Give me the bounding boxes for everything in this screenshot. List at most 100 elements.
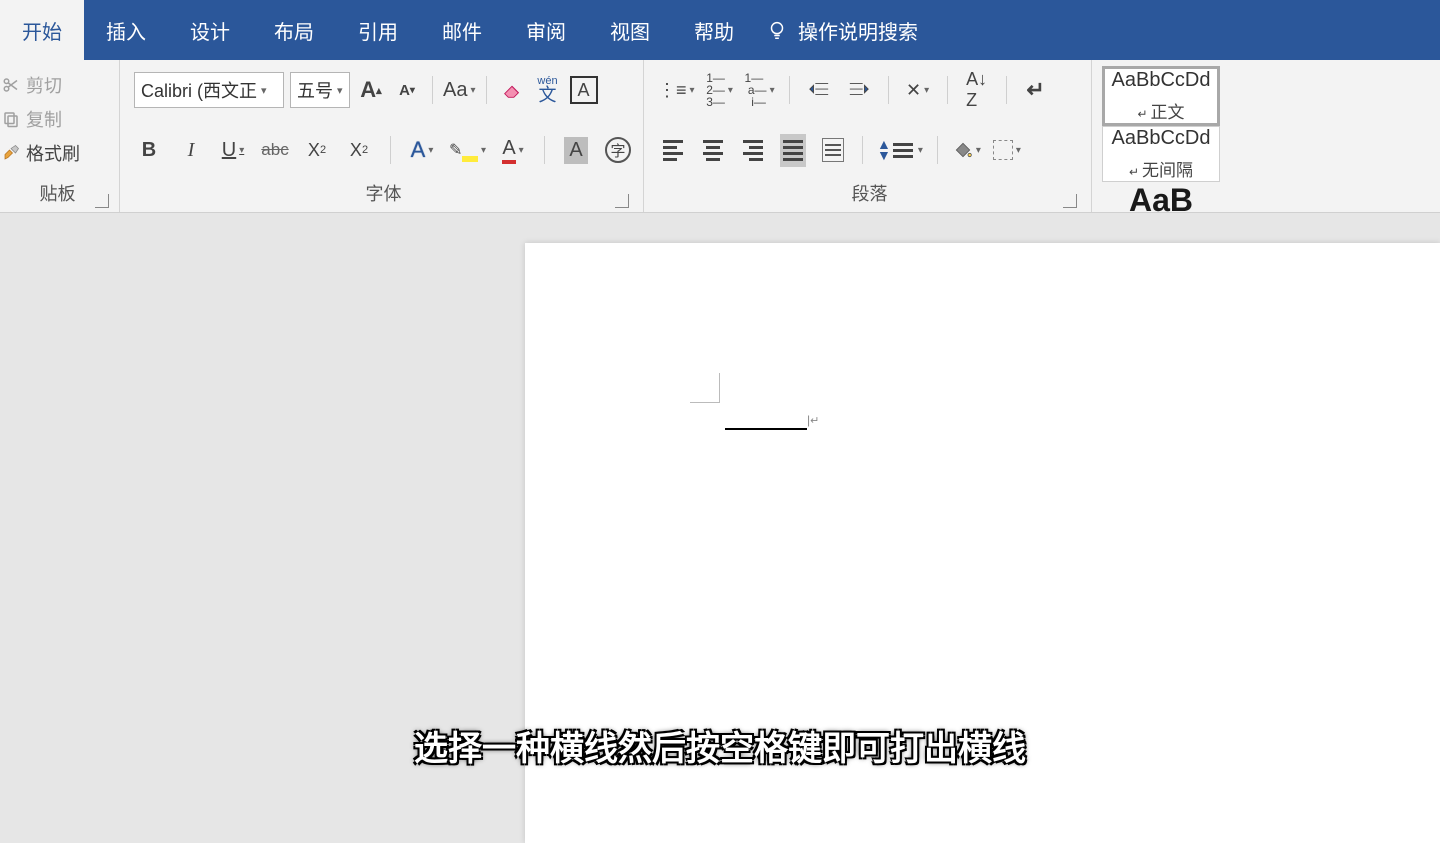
paint-bucket-icon <box>953 140 973 160</box>
tab-help[interactable]: 帮助 <box>672 0 756 60</box>
tell-me-search[interactable]: 操作说明搜索 <box>756 0 928 60</box>
scissors-icon <box>2 76 20 94</box>
change-case-button[interactable]: Aa▾ <box>443 72 476 108</box>
tell-me-label: 操作说明搜索 <box>798 16 918 45</box>
borders-button[interactable]: ▾ <box>992 132 1022 168</box>
copy-button[interactable]: 复制 <box>2 102 113 136</box>
ribbon: 剪切 复制 格式刷 贴板 Calibri (西文正▾ 五号▾ A▴ A▾ Aa▾ <box>0 60 1440 213</box>
font-name-combo[interactable]: Calibri (西文正▾ <box>134 72 284 108</box>
style-demo-text: AaBbCcDd <box>1112 69 1211 92</box>
group-font: Calibri (西文正▾ 五号▾ A▴ A▾ Aa▾ wén文 A B I U… <box>120 60 644 212</box>
format-painter-label: 格式刷 <box>26 140 80 166</box>
separator <box>1006 76 1007 104</box>
enclose-characters-button[interactable]: 字 <box>603 132 633 168</box>
justify-icon <box>780 134 806 167</box>
bullets-button[interactable]: ⋮≡▾ <box>658 72 695 108</box>
clear-formatting-button[interactable] <box>497 72 527 108</box>
strikethrough-button[interactable]: abc <box>260 132 290 168</box>
align-center-button[interactable] <box>698 132 728 168</box>
style-no-spacing[interactable]: AaBbCcDd ↵无间隔 <box>1102 126 1220 182</box>
borders-icon <box>993 140 1013 160</box>
shrink-font-button[interactable]: A▾ <box>392 72 422 108</box>
separator <box>862 136 863 164</box>
cut-button[interactable]: 剪切 <box>2 68 113 102</box>
style-label: ↵正文 <box>1137 98 1184 123</box>
highlight-button[interactable]: ✎ ▾ <box>449 132 486 168</box>
subscript-button[interactable]: X2 <box>302 132 332 168</box>
italic-button[interactable]: I <box>176 132 206 168</box>
font-group-label: 字体 <box>134 180 633 212</box>
separator <box>888 76 889 104</box>
copy-icon <box>2 110 20 128</box>
tab-layout[interactable]: 布局 <box>252 0 336 60</box>
inserted-horizontal-line[interactable] <box>725 428 807 430</box>
tab-mail[interactable]: 邮件 <box>420 0 504 60</box>
align-right-icon <box>743 137 763 164</box>
font-color-button[interactable]: A▾ <box>498 132 528 168</box>
asian-layout-button[interactable]: ✕▾ <box>903 72 933 108</box>
grow-font-button[interactable]: A▴ <box>356 72 386 108</box>
paintbrush-icon <box>2 144 20 162</box>
style-label: ↵无间隔 <box>1129 156 1193 181</box>
shading-button[interactable]: ▾ <box>952 132 982 168</box>
clipboard-launcher[interactable] <box>95 194 109 208</box>
numbering-button[interactable]: 1—2—3—▾ <box>705 72 735 108</box>
separator <box>486 76 487 104</box>
spacing-arrows-icon: ▲▼ <box>877 139 891 161</box>
separator <box>432 76 433 104</box>
group-paragraph: ⋮≡▾ 1—2—3—▾ 1— a— i—▾ ✕▾ A↓Z ↵ ▲▼ ▾ <box>644 60 1092 212</box>
underline-button[interactable]: U▾ <box>218 132 248 168</box>
paragraph-launcher[interactable] <box>1063 194 1077 208</box>
align-left-button[interactable] <box>658 132 688 168</box>
style-demo-text: AaBbCcDd <box>1112 127 1211 150</box>
align-center-icon <box>703 137 723 164</box>
spacing-lines-icon <box>893 140 913 161</box>
pinyin-icon: wén文 <box>537 77 557 103</box>
font-size-combo[interactable]: 五号▾ <box>290 72 350 108</box>
separator <box>544 136 545 164</box>
character-shading-button[interactable]: A <box>561 132 591 168</box>
margin-corner-mark <box>690 373 720 403</box>
char-border-icon: A <box>570 76 598 104</box>
character-border-button[interactable]: A <box>569 72 599 108</box>
sort-button[interactable]: A↓Z <box>962 72 992 108</box>
copy-label: 复制 <box>26 106 62 132</box>
increase-indent-button[interactable] <box>844 72 874 108</box>
ribbon-tabs: 开始 插入 设计 布局 引用 邮件 审阅 视图 帮助 操作说明搜索 <box>0 0 1440 60</box>
text-cursor: |↵ <box>807 413 819 427</box>
show-hide-marks-button[interactable]: ↵ <box>1021 72 1051 108</box>
group-styles: AaBbCcDd ↵正文 AaBbCcDd ↵无间隔 AaB 标题 1 <box>1092 60 1440 212</box>
tab-home[interactable]: 开始 <box>0 0 84 60</box>
separator <box>937 136 938 164</box>
tab-view[interactable]: 视图 <box>588 0 672 60</box>
text-effects-button[interactable]: A▾ <box>407 132 437 168</box>
tab-design[interactable]: 设计 <box>168 0 252 60</box>
align-right-button[interactable] <box>738 132 768 168</box>
separator <box>390 136 391 164</box>
separator <box>947 76 948 104</box>
clipboard-group-label: 贴板 <box>2 180 113 212</box>
align-left-icon <box>663 137 683 164</box>
justify-button[interactable] <box>778 132 808 168</box>
distribute-button[interactable] <box>818 132 848 168</box>
decrease-indent-button[interactable] <box>804 72 834 108</box>
tab-reference[interactable]: 引用 <box>336 0 420 60</box>
paragraph-group-label: 段落 <box>658 180 1081 212</box>
font-launcher[interactable] <box>615 194 629 208</box>
decrease-indent-icon <box>808 80 830 100</box>
cut-label: 剪切 <box>26 72 62 98</box>
bold-button[interactable]: B <box>134 132 164 168</box>
format-painter-button[interactable]: 格式刷 <box>2 136 113 170</box>
subtitle-overlay: 选择一种横线然后按空格键即可打出横线 <box>0 721 1440 770</box>
multilevel-list-button[interactable]: 1— a— i—▾ <box>745 72 775 108</box>
tab-review[interactable]: 审阅 <box>504 0 588 60</box>
tab-insert[interactable]: 插入 <box>84 0 168 60</box>
line-spacing-button[interactable]: ▲▼ ▾ <box>877 132 923 168</box>
separator <box>789 76 790 104</box>
increase-indent-icon <box>848 80 870 100</box>
lightbulb-icon <box>766 19 788 41</box>
distribute-icon <box>822 138 844 162</box>
superscript-button[interactable]: X2 <box>344 132 374 168</box>
style-normal[interactable]: AaBbCcDd ↵正文 <box>1102 66 1220 126</box>
phonetic-guide-button[interactable]: wén文 <box>533 72 563 108</box>
